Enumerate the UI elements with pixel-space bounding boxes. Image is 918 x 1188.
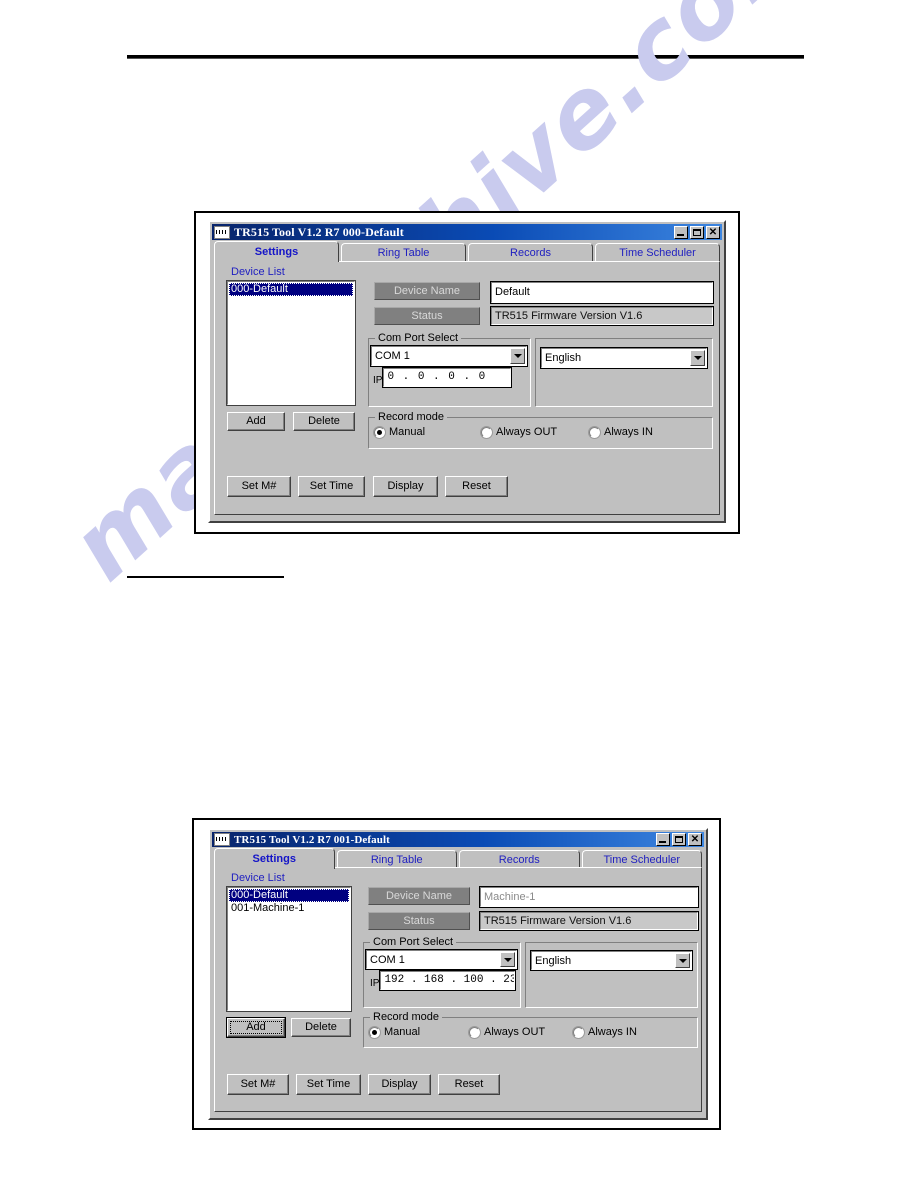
device-name-input[interactable]: Machine-1 — [479, 886, 699, 908]
device-list-label: Device List — [231, 872, 285, 884]
page-header-rule — [127, 55, 804, 59]
radio-always-in-label: Always IN — [588, 1026, 637, 1038]
application-icon — [214, 225, 230, 239]
device-name-label: Device Name — [368, 887, 470, 905]
tab-strip: Settings Ring Table Records Time Schedul… — [214, 848, 702, 869]
display-button[interactable]: Display — [373, 476, 438, 497]
window-title: TR515 Tool V1.2 R7 001-Default — [234, 833, 390, 846]
application-icon — [214, 833, 230, 846]
radio-dot-icon — [373, 425, 386, 439]
language-value: English — [545, 352, 582, 364]
window-control-group: ✕ — [656, 833, 702, 846]
set-machine-number-button[interactable]: Set M# — [227, 1074, 289, 1095]
tab-records[interactable]: Records — [459, 850, 580, 868]
delete-button[interactable]: Delete — [291, 1018, 351, 1037]
ip-input[interactable]: 0 . 0 . 0 . 0 — [382, 367, 513, 388]
set-time-button[interactable]: Set Time — [298, 476, 365, 497]
ip-row: IP 192 . 168 . 100 . 232 — [370, 970, 517, 991]
reset-button[interactable]: Reset — [445, 476, 508, 497]
language-combobox[interactable]: English — [530, 950, 693, 971]
radio-manual[interactable]: Manual — [368, 1025, 421, 1039]
radio-manual[interactable]: Manual — [373, 425, 426, 439]
language-value: English — [535, 954, 572, 967]
minimize-button[interactable] — [674, 225, 688, 239]
com-port-select-title: Com Port Select — [370, 936, 457, 948]
add-button[interactable]: Add — [227, 412, 285, 431]
device-list-label: Device List — [231, 266, 285, 278]
window-title: TR515 Tool V1.2 R7 000-Default — [234, 224, 404, 239]
ip-input[interactable]: 192 . 168 . 100 . 232 — [379, 970, 517, 991]
list-item[interactable]: 001-Machine-1 — [229, 902, 349, 915]
tab-settings[interactable]: Settings — [214, 848, 335, 869]
settings-panel: Device List 000-Default Add Delete Devic… — [214, 261, 720, 515]
radio-dot-icon — [368, 1025, 381, 1039]
device-name-label: Device Name — [374, 282, 480, 300]
device-list[interactable]: 000-Default — [226, 280, 356, 406]
tab-settings[interactable]: Settings — [214, 241, 339, 262]
radio-always-out-label: Always OUT — [484, 1026, 546, 1038]
com-port-value: COM 1 — [370, 953, 405, 966]
radio-manual-label: Manual — [384, 1026, 421, 1038]
com-port-combobox[interactable]: COM 1 — [370, 345, 528, 367]
status-value: TR515 Firmware Version V1.6 — [479, 911, 699, 931]
radio-always-in-label: Always IN — [604, 426, 653, 438]
chevron-down-icon[interactable] — [500, 952, 515, 967]
radio-dot-icon — [480, 425, 493, 439]
language-combobox[interactable]: English — [540, 347, 708, 369]
record-mode-title: Record mode — [370, 1011, 443, 1023]
radio-always-out[interactable]: Always OUT — [468, 1025, 546, 1039]
tab-time-scheduler[interactable]: Time Scheduler — [595, 243, 720, 262]
chevron-down-icon[interactable] — [690, 350, 705, 366]
title-bar: TR515 Tool V1.2 R7 001-Default ✕ — [212, 832, 704, 847]
record-mode-title: Record mode — [375, 411, 448, 423]
list-item[interactable]: 000-Default — [229, 889, 349, 902]
radio-always-in[interactable]: Always IN — [572, 1025, 637, 1039]
maximize-button[interactable] — [672, 833, 686, 846]
tab-time-scheduler[interactable]: Time Scheduler — [581, 850, 702, 868]
set-machine-number-button[interactable]: Set M# — [227, 476, 291, 497]
settings-panel: Device List 000-Default 001-Machine-1 Ad… — [214, 867, 702, 1112]
com-port-combobox[interactable]: COM 1 — [365, 949, 518, 970]
com-port-value: COM 1 — [375, 350, 410, 362]
radio-dot-icon — [588, 425, 601, 439]
radio-dot-icon — [572, 1025, 585, 1039]
add-button[interactable]: Add — [226, 1017, 286, 1038]
radio-always-out-label: Always OUT — [496, 426, 558, 438]
status-label: Status — [368, 912, 470, 930]
com-port-select-title: Com Port Select — [375, 332, 462, 344]
status-value: TR515 Firmware Version V1.6 — [490, 306, 714, 326]
list-item[interactable]: 000-Default — [229, 283, 353, 296]
chevron-down-icon[interactable] — [510, 348, 525, 364]
screenshot-frame-second: TR515 Tool V1.2 R7 001-Default ✕ Setting… — [192, 818, 721, 1130]
status-label: Status — [374, 307, 480, 325]
display-button[interactable]: Display — [368, 1074, 431, 1095]
tab-strip: Settings Ring Table Records Time Schedul… — [214, 241, 720, 262]
maximize-button[interactable] — [690, 225, 704, 239]
tab-ring-table[interactable]: Ring Table — [341, 243, 466, 262]
radio-always-out[interactable]: Always OUT — [480, 425, 558, 439]
radio-dot-icon — [468, 1025, 481, 1039]
close-button[interactable]: ✕ — [706, 225, 720, 239]
ip-row: IP 0 . 0 . 0 . 0 — [373, 367, 513, 388]
tab-ring-table[interactable]: Ring Table — [336, 850, 457, 868]
tr515-tool-window-first: TR515 Tool V1.2 R7 000-Default ✕ Setting… — [208, 220, 726, 523]
chevron-down-icon[interactable] — [675, 953, 690, 968]
title-bar: TR515 Tool V1.2 R7 000-Default ✕ — [212, 224, 722, 240]
radio-always-in[interactable]: Always IN — [588, 425, 653, 439]
reset-button[interactable]: Reset — [438, 1074, 500, 1095]
delete-button[interactable]: Delete — [293, 412, 355, 431]
set-time-button[interactable]: Set Time — [296, 1074, 361, 1095]
minimize-button[interactable] — [656, 833, 670, 846]
page-section-rule — [127, 576, 284, 578]
device-name-input[interactable]: Default — [490, 281, 714, 304]
tab-records[interactable]: Records — [468, 243, 593, 262]
tr515-tool-window-second: TR515 Tool V1.2 R7 001-Default ✕ Setting… — [208, 828, 708, 1120]
close-button[interactable]: ✕ — [688, 833, 702, 846]
window-control-group: ✕ — [674, 225, 720, 239]
ip-label: IP — [373, 375, 383, 386]
device-list[interactable]: 000-Default 001-Machine-1 — [226, 886, 352, 1012]
screenshot-frame-first: TR515 Tool V1.2 R7 000-Default ✕ Setting… — [194, 211, 740, 534]
radio-manual-label: Manual — [389, 426, 426, 438]
ip-label: IP — [370, 978, 380, 989]
